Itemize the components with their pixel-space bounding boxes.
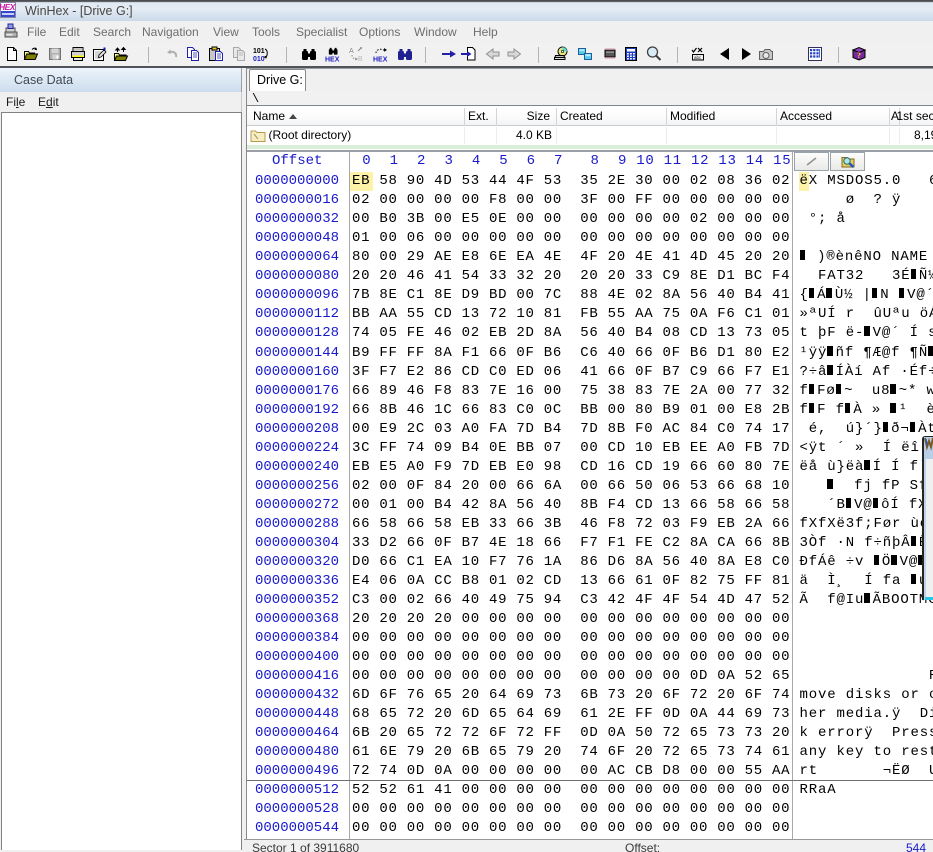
svg-text:101: 101 <box>253 48 265 55</box>
svg-text:010: 010 <box>253 56 265 62</box>
svg-text:HEX: HEX <box>325 57 340 63</box>
svg-text:?: ? <box>857 51 861 60</box>
svg-text:abc: abc <box>694 55 702 60</box>
svg-text:HEX: HEX <box>373 57 388 63</box>
svg-text:B: B <box>358 56 363 62</box>
svg-text:A: A <box>349 48 354 55</box>
